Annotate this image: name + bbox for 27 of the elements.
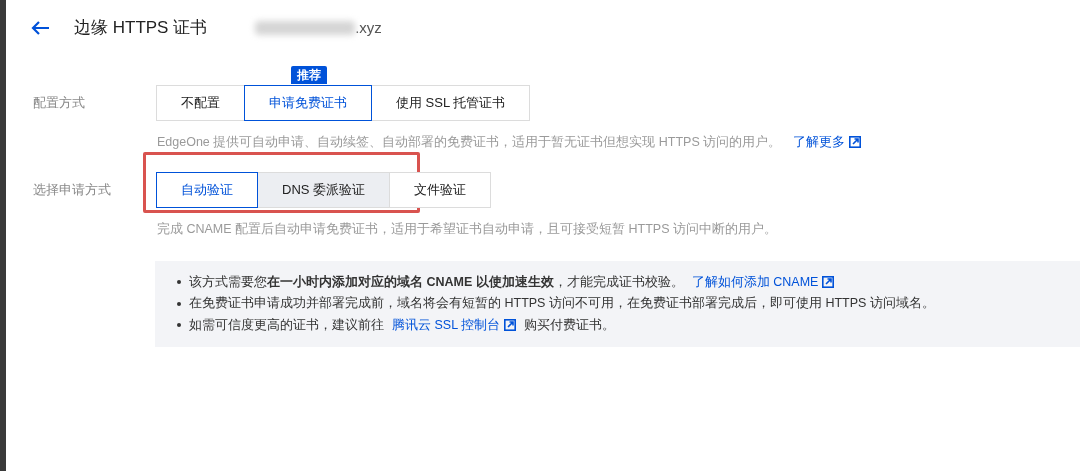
external-link-icon xyxy=(504,319,517,332)
field-description: 完成 CNAME 配置后自动申请免费证书，适用于希望证书自动申请，且可接受短暂 HTTPS 访问中断的用户。 xyxy=(157,220,777,238)
field-label: 配置方式 xyxy=(32,94,86,113)
segment-option[interactable]: DNS 委派验证 xyxy=(257,171,391,208)
note-text: 该方式需要您在一小时内添加对应的域名 CNAME 以使加速生效，才能完成证书校验。 xyxy=(189,273,684,291)
domain-suffix: .xyz xyxy=(355,17,382,38)
page-title: 边缘 HTTPS 证书 xyxy=(74,17,208,40)
segment-option[interactable]: 自动验证 xyxy=(156,171,258,208)
field-description: EdgeOne 提供可自动申请、自动续签、自动部署的免费证书，适用于暂无证书但想实现 HTTPS 访问的用户。 xyxy=(157,134,782,151)
help-link[interactable]: 了解如何添加 CNAME xyxy=(691,272,835,292)
bullet-icon xyxy=(177,301,181,306)
learn-more-link[interactable]: 了解更多 xyxy=(793,133,862,152)
external-link-icon xyxy=(822,275,835,288)
segment-option[interactable]: 文件验证 xyxy=(389,171,492,208)
recommended-badge: 推荐 xyxy=(290,66,327,84)
note-text: 购买付费证书。 xyxy=(524,317,616,334)
note-text: 如需可信度更高的证书，建议前往 xyxy=(189,317,384,334)
segment-option[interactable]: 不配置 xyxy=(156,85,245,121)
back-arrow-icon[interactable] xyxy=(30,20,50,36)
bullet-icon xyxy=(177,323,181,328)
help-link[interactable]: 腾讯云 SSL 控制台 xyxy=(392,316,517,335)
note-text: 在免费证书申请成功并部署完成前，域名将会有短暂的 HTTPS 访问不可用，在免费证书部署完成后，即可使用 HTTPS 访问域名。 xyxy=(189,295,935,313)
external-link-icon xyxy=(849,136,862,149)
segment-option[interactable]: 申请免费证书 xyxy=(244,85,372,121)
field-label: 选择申请方式 xyxy=(32,181,112,199)
bullet-icon xyxy=(177,279,181,284)
segment-option[interactable]: 使用 SSL 托管证书 xyxy=(371,85,531,121)
